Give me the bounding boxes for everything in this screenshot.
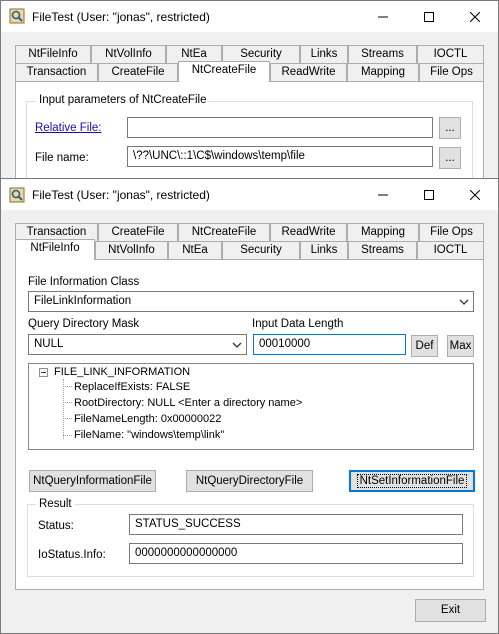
tree-item-file-name-length[interactable]: FileNameLength: 0x00000022 [74, 413, 221, 425]
minimize-button[interactable] [360, 1, 406, 32]
tab-links[interactable]: Links [300, 45, 348, 63]
maximize-button[interactable] [406, 1, 452, 32]
query-dir-mask-label: Query Directory Mask [28, 318, 140, 330]
tree-line [63, 402, 72, 403]
tree-line [63, 418, 72, 419]
file-name-input[interactable]: \??\UNC\::1\C$\windows\temp\file [127, 146, 433, 167]
file-info-class-label: File Information Class [28, 276, 140, 288]
tree-item-replace-if-exists[interactable]: ReplaceIfExists: FALSE [74, 381, 190, 393]
file-info-class-value: FileLinkInformation [34, 295, 132, 307]
file-name-label: File name: [35, 152, 89, 164]
minimize-button[interactable] [360, 179, 406, 210]
tab-mapping[interactable]: Mapping [347, 63, 419, 81]
nt-query-directory-file-button[interactable]: NtQueryDirectoryFile [186, 470, 313, 492]
status-label: Status: [38, 520, 74, 532]
maximize-icon [424, 11, 434, 22]
input-data-length-input[interactable]: 00010000 [253, 334, 406, 355]
tab-ntfileinfo[interactable]: NtFileInfo [15, 239, 95, 260]
nt-set-information-file-button[interactable]: NtSetInformationFile [349, 470, 475, 492]
tab-ntvolinfo[interactable]: NtVolInfo [91, 45, 166, 63]
tab-file-ops[interactable]: File Ops [419, 63, 484, 81]
app-icon [9, 187, 25, 203]
tab-readwrite[interactable]: ReadWrite [270, 63, 347, 81]
back-titlebar: FileTest (User: "jonas", restricted) [1, 1, 498, 32]
tab-readwrite[interactable]: ReadWrite [270, 223, 347, 241]
tree-line [63, 386, 72, 387]
tree-item-file-name[interactable]: FileName: "windows\temp\link" [74, 429, 224, 441]
file-name-browse-button[interactable]: ... [439, 147, 461, 169]
tab-streams[interactable]: Streams [348, 241, 417, 259]
maximize-button[interactable] [406, 179, 452, 210]
relative-file-input[interactable] [127, 117, 433, 138]
window-title: FileTest (User: "jonas", restricted) [32, 188, 210, 202]
file-info-class-select[interactable]: FileLinkInformation [28, 291, 474, 312]
tab-createfile[interactable]: CreateFile [98, 223, 178, 241]
query-dir-mask-value: NULL [34, 338, 64, 350]
tab-mapping[interactable]: Mapping [347, 223, 419, 241]
tab-ntcreatefile[interactable]: NtCreateFile [178, 61, 270, 82]
relative-file-browse-button[interactable]: ... [439, 117, 461, 139]
tree-line [63, 435, 72, 436]
collapse-icon[interactable] [39, 368, 48, 377]
result-title: Result [36, 498, 75, 510]
tab-ntvolinfo[interactable]: NtVolInfo [95, 241, 168, 259]
tab-ioctl[interactable]: IOCTL [417, 241, 484, 259]
close-button[interactable] [452, 1, 498, 32]
back-tab-panel: Input parameters of NtCreateFile Relativ… [15, 81, 484, 196]
tree-item-root-directory[interactable]: RootDirectory: NULL <Enter a directory n… [74, 397, 302, 409]
file-info-tree[interactable]: FILE_LINK_INFORMATION ReplaceIfExists: F… [28, 363, 474, 450]
tab-ntea[interactable]: NtEa [168, 241, 222, 259]
chevron-down-icon [459, 299, 469, 305]
relative-file-link[interactable]: Relative File: [35, 122, 101, 134]
nt-query-information-file-button[interactable]: NtQueryInformationFile [29, 470, 156, 492]
exit-button[interactable]: Exit [415, 599, 486, 622]
tab-transaction[interactable]: Transaction [15, 63, 98, 81]
status-field[interactable]: STATUS_SUCCESS [129, 514, 463, 535]
front-window: FileTest (User: "jonas", restricted) Tra… [0, 178, 499, 634]
minimize-icon [378, 16, 388, 17]
iostatus-field[interactable]: 0000000000000000 [129, 543, 463, 564]
back-window: FileTest (User: "jonas", restricted) NtF… [0, 0, 499, 196]
def-button[interactable]: Def [411, 335, 438, 357]
tab-streams[interactable]: Streams [348, 45, 417, 63]
tree-root[interactable]: FILE_LINK_INFORMATION [54, 366, 190, 378]
tree-line [63, 379, 64, 439]
query-dir-mask-select[interactable]: NULL [28, 334, 247, 355]
input-data-length-label: Input Data Length [252, 318, 344, 330]
ntfileinfo-panel: File Information Class FileLinkInformati… [15, 259, 484, 590]
maximize-icon [424, 189, 434, 200]
tab-security[interactable]: Security [222, 241, 300, 259]
tab-links[interactable]: Links [300, 241, 348, 259]
iostatus-label: IoStatus.Info: [38, 549, 106, 561]
nt-set-information-file-label: NtSetInformationFile [356, 474, 468, 488]
tab-createfile[interactable]: CreateFile [98, 63, 178, 81]
close-icon [470, 189, 480, 200]
tab-ioctl[interactable]: IOCTL [417, 45, 484, 63]
close-icon [470, 11, 480, 22]
front-titlebar: FileTest (User: "jonas", restricted) [1, 179, 498, 210]
tab-file-ops[interactable]: File Ops [419, 223, 484, 241]
window-title: FileTest (User: "jonas", restricted) [32, 10, 210, 24]
chevron-down-icon [232, 342, 242, 348]
max-button[interactable]: Max [447, 335, 474, 357]
group-title: Input parameters of NtCreateFile [36, 94, 210, 106]
app-icon [9, 8, 25, 24]
minimize-icon [378, 194, 388, 195]
tab-ntfileinfo[interactable]: NtFileInfo [15, 45, 91, 63]
close-button[interactable] [452, 179, 498, 210]
tab-ntcreatefile[interactable]: NtCreateFile [178, 223, 270, 241]
